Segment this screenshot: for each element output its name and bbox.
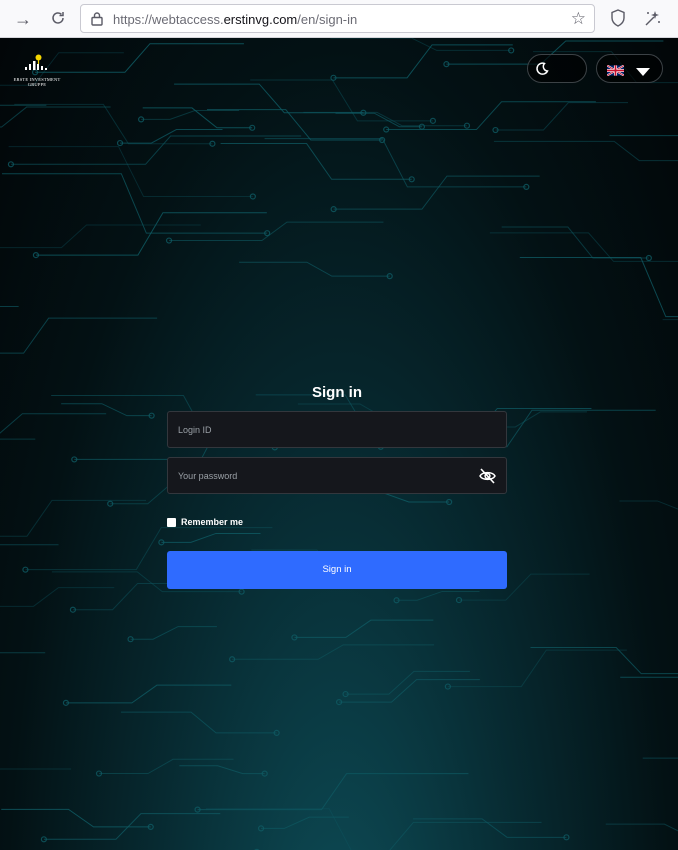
- sign-in-title: Sign in: [312, 384, 362, 401]
- sign-in-button[interactable]: Sign in: [167, 551, 507, 589]
- login-id-input[interactable]: [168, 412, 506, 447]
- url-text: https://webtaccess.erstinvg.com/en/sign-…: [113, 12, 358, 27]
- language-selector[interactable]: [596, 54, 663, 83]
- lock-icon: [90, 11, 104, 31]
- logo-subtext: GRUPPE: [27, 82, 47, 87]
- sign-in-page: ERSTE INVESTMENT GRUPPE Sign in Login ID…: [0, 38, 678, 850]
- login-id-field[interactable]: [167, 411, 507, 448]
- password-field[interactable]: [167, 457, 507, 494]
- uk-flag-icon: [606, 63, 625, 81]
- checkbox[interactable]: [167, 517, 176, 527]
- forward-icon[interactable]: →: [14, 9, 32, 30]
- bookmark-star-icon[interactable]: ☆: [571, 9, 586, 29]
- password-input[interactable]: [168, 458, 506, 493]
- eye-off-icon[interactable]: [478, 467, 497, 490]
- extensions-icon[interactable]: [643, 8, 663, 33]
- address-bar[interactable]: https://webtaccess.erstinvg.com/en/sign-…: [80, 4, 595, 33]
- browser-toolbar: → https://webtaccess.erstinvg.com/en/sig…: [0, 0, 678, 38]
- logo-bars-icon: [25, 54, 47, 70]
- shield-icon[interactable]: [609, 8, 627, 33]
- reload-icon[interactable]: [50, 10, 66, 31]
- theme-toggle[interactable]: [527, 54, 587, 83]
- company-logo: ERSTE INVESTMENT GRUPPE: [9, 54, 65, 87]
- remember-me-checkbox[interactable]: Remember me: [167, 517, 243, 527]
- remember-me-label: Remember me: [181, 517, 244, 527]
- moon-icon: [535, 61, 550, 81]
- caret-down-icon: [635, 64, 651, 82]
